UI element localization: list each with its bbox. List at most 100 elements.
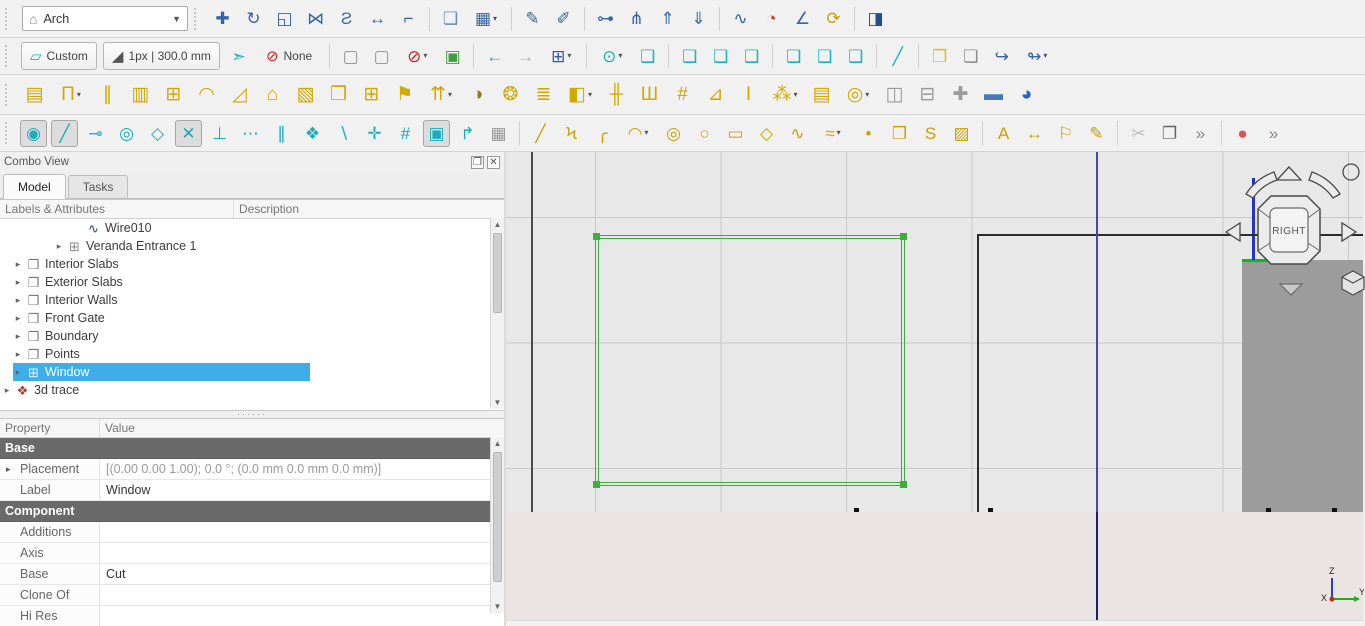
line-width-button[interactable]: ◢1px | 300.0 mm (103, 42, 220, 70)
site-tool[interactable]: ❂ (496, 80, 525, 109)
scroll-down-icon[interactable]: ▼ (491, 396, 504, 409)
toggle-grid-button[interactable]: ▦ (485, 120, 512, 147)
project-tool[interactable]: ▧ (291, 80, 320, 109)
array-tool[interactable]: ▦▾ (468, 5, 504, 32)
vertex-handle[interactable] (900, 233, 907, 240)
expander-icon[interactable]: ▸ (11, 277, 25, 288)
snap-dimensions-toggle[interactable]: ↱ (454, 120, 481, 147)
move-tool[interactable]: ✚ (209, 5, 236, 32)
draft-to-sketch-tool[interactable]: ✎ (519, 5, 546, 32)
expander-icon[interactable]: ▸ (11, 313, 25, 324)
frame-tool[interactable]: ╫ (602, 80, 631, 109)
scroll-up-icon[interactable]: ▲ (491, 218, 504, 231)
snap-ortho-toggle[interactable]: ✛ (361, 120, 388, 147)
point-marker[interactable] (1266, 508, 1271, 512)
point-marker[interactable] (988, 508, 993, 512)
view-top-button[interactable]: ❑ (707, 43, 734, 70)
text-tool[interactable]: A (990, 120, 1017, 147)
axis-tool[interactable]: ⊞ (159, 80, 188, 109)
schedule-tool[interactable]: ▤ (807, 80, 836, 109)
facebinder-tool[interactable]: ❒ (886, 120, 913, 147)
survey-tool[interactable]: ◕ (1012, 80, 1041, 109)
building-part-tool[interactable]: ◠ (192, 80, 221, 109)
tree-item-interior-slabs[interactable]: ▸❒Interior Slabs (0, 255, 504, 273)
trimex-tool[interactable]: ⌐ (395, 5, 422, 32)
scrollbar-thumb[interactable] (493, 452, 502, 582)
property-column-name[interactable]: Property (0, 419, 100, 437)
nav-forward-button[interactable]: → (512, 43, 539, 70)
view-isometric-button[interactable]: ❑ (634, 43, 661, 70)
macro-record-button[interactable]: ● (1229, 120, 1256, 147)
zoom-button[interactable]: ⊙▾ (594, 43, 630, 70)
column-tool[interactable]: Ш (635, 80, 664, 109)
truss-tool[interactable]: ⊿ (701, 80, 730, 109)
property-row-additions[interactable]: Additions (0, 522, 504, 543)
rotate-left-arrow[interactable] (1246, 172, 1277, 198)
point-tool[interactable]: • (855, 120, 882, 147)
snap-working-plane-toggle[interactable]: ▣ (423, 120, 450, 147)
remove-component-tool[interactable]: ▬ (979, 80, 1008, 109)
box-tool[interactable]: ❒ (324, 80, 353, 109)
copy-button[interactable]: ❐ (1156, 120, 1183, 147)
shapestring-tool[interactable]: S (917, 120, 944, 147)
snap-perpendicular-toggle[interactable]: ⊥ (206, 120, 233, 147)
tree-item-veranda-entrance-1[interactable]: ▸⊞Veranda Entrance 1 (0, 237, 504, 255)
toolbar-grip[interactable] (194, 8, 202, 30)
property-column-value[interactable]: Value (100, 419, 504, 437)
box-element-selection-tool[interactable]: ▢ (337, 43, 364, 70)
tree-item-wire010[interactable]: ∿Wire010 (0, 219, 504, 237)
tree-scrollbar[interactable]: ▲ ▼ (490, 218, 504, 409)
nav-right-arrow[interactable] (1342, 223, 1356, 241)
roof-tool[interactable]: ◿ (225, 80, 254, 109)
black-outline-vertical[interactable] (977, 234, 979, 512)
panel-tool[interactable]: ◧▾ (562, 80, 598, 109)
tab-model[interactable]: Model (3, 174, 66, 199)
stairs-tool[interactable]: ≣ (529, 80, 558, 109)
snap-extension-toggle[interactable]: ⋯ (237, 120, 264, 147)
dimension-tool[interactable]: ↔ (1021, 120, 1048, 147)
tree-column-description[interactable]: Description (234, 200, 504, 218)
expander-icon[interactable]: ▸ (11, 259, 25, 270)
close-panel-icon[interactable]: ✕ (487, 156, 500, 169)
pipe-tool[interactable]: ◎▾ (840, 80, 876, 109)
rectangle-tool[interactable]: ▭ (722, 120, 749, 147)
toolbar-overflow-button[interactable]: » (1187, 120, 1214, 147)
reference-tool[interactable]: ⚑ (390, 80, 419, 109)
expander-icon[interactable]: ▸ (11, 349, 25, 360)
property-row-hi-res[interactable]: Hi Res (0, 606, 504, 626)
tree-column-labels[interactable]: Labels & Attributes (0, 200, 234, 218)
view-left-button[interactable]: ❑ (842, 43, 869, 70)
scrollbar-thumb[interactable] (493, 233, 502, 313)
fillet-tool[interactable]: ╭ (589, 120, 616, 147)
nav-up-arrow[interactable] (1277, 167, 1301, 180)
view-bottom-button[interactable]: ❑ (811, 43, 838, 70)
scroll-down-icon[interactable]: ▼ (491, 600, 504, 613)
tree-item-boundary[interactable]: ▸❒Boundary (0, 327, 504, 345)
toolbar-overflow-button-2[interactable]: » (1260, 120, 1287, 147)
add-construction-tool[interactable]: ◨ (862, 5, 889, 32)
nav-back-button[interactable]: ← (481, 43, 508, 70)
rotate-right-arrow[interactable] (1309, 172, 1340, 198)
property-value[interactable]: Window (100, 480, 504, 500)
rotate-tool[interactable]: ↻ (240, 5, 267, 32)
property-row-placement[interactable]: ▸Placement[(0.00 0.00 1.00); 0.0 °; (0.0… (0, 459, 504, 480)
snap-center-toggle[interactable]: ◎ (113, 120, 140, 147)
tree-item-points[interactable]: ▸❒Points (0, 345, 504, 363)
tree-item-front-gate[interactable]: ▸❒Front Gate (0, 309, 504, 327)
material-tool[interactable]: ⁂▾ (767, 80, 803, 109)
toolbar-grip[interactable] (5, 84, 13, 106)
curtain-wall-tool[interactable]: ▥ (126, 80, 155, 109)
orthoview-tool[interactable]: ⟳ (820, 5, 847, 32)
view-right-button[interactable]: ❑ (738, 43, 765, 70)
bspline-tool[interactable]: ∿ (784, 120, 811, 147)
property-row-base[interactable]: BaseCut (0, 564, 504, 585)
property-value[interactable] (100, 543, 504, 563)
sketch-attach-tool[interactable]: ✐ (550, 5, 577, 32)
fence-tool[interactable]: # (668, 80, 697, 109)
vertex-handle[interactable] (900, 481, 907, 488)
scale-tool[interactable]: ◱ (271, 5, 298, 32)
autogroup-tool[interactable]: ➣ (225, 43, 252, 70)
tree-item-exterior-slabs[interactable]: ▸❒Exterior Slabs (0, 273, 504, 291)
property-value[interactable]: [(0.00 0.00 1.00); 0.0 °; (0.0 mm 0.0 mm… (100, 459, 504, 479)
toolbar-grip[interactable] (5, 122, 13, 144)
